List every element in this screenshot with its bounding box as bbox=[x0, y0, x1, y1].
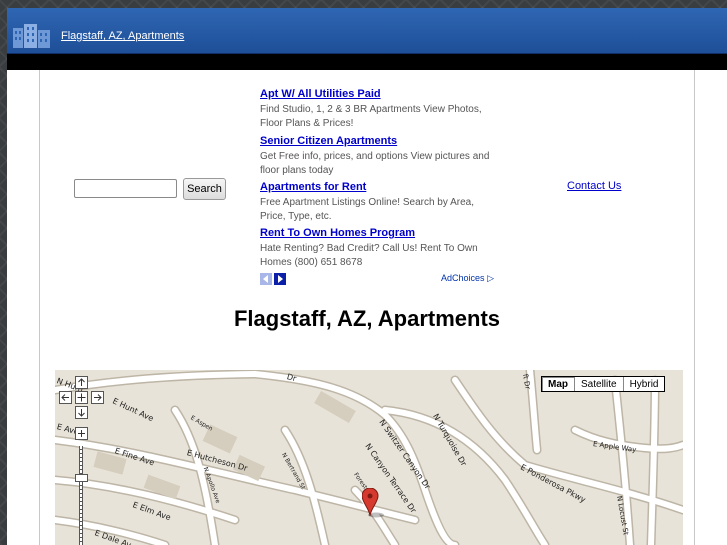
site-header: Flagstaff, AZ, Apartments bbox=[7, 8, 727, 54]
apartment-building-icon bbox=[13, 24, 50, 48]
ad-description: Hate Renting? Bad Credit? Call Us! Rent … bbox=[260, 243, 478, 268]
map-pin-icon[interactable] bbox=[362, 488, 386, 518]
search-input[interactable] bbox=[74, 179, 177, 198]
ad-item: Senior Citizen Apartments Get Free info,… bbox=[260, 135, 494, 181]
map-type-hybrid-button[interactable]: Hybrid bbox=[622, 377, 665, 391]
ad-description: Get Free info, prices, and options View … bbox=[260, 151, 490, 176]
map-type-map-button[interactable]: Map bbox=[542, 377, 574, 391]
header-divider bbox=[7, 54, 727, 70]
ad-unit: Apt W/ All Utilities Paid Find Studio, 1… bbox=[260, 88, 494, 288]
pan-right-icon[interactable] bbox=[91, 391, 104, 404]
zoom-slider-handle[interactable] bbox=[75, 474, 88, 482]
zoom-slider[interactable] bbox=[79, 446, 83, 545]
ad-navigation: AdChoices ▷ bbox=[260, 273, 494, 287]
map-type-control: Map Satellite Hybrid bbox=[541, 376, 666, 392]
map-type-satellite-button[interactable]: Satellite bbox=[574, 377, 623, 391]
chevron-right-icon[interactable] bbox=[274, 273, 286, 285]
pan-center-icon[interactable] bbox=[75, 391, 88, 404]
adchoices-label: AdChoices bbox=[441, 273, 485, 283]
pan-left-icon[interactable] bbox=[59, 391, 72, 404]
ad-title-link[interactable]: Apartments for Rent bbox=[260, 181, 366, 193]
ad-description: Free Apartment Listings Online! Search b… bbox=[260, 197, 474, 222]
browser-page: Flagstaff, AZ, Apartments Search Apt W/ … bbox=[7, 8, 727, 545]
pan-down-icon[interactable] bbox=[75, 406, 88, 419]
pan-up-icon[interactable] bbox=[75, 376, 88, 389]
map[interactable]: N Hum Dr E Hunt Ave E Aspen E Ave N Turq… bbox=[55, 370, 683, 545]
ad-item: Rent To Own Homes Program Hate Renting? … bbox=[260, 227, 494, 273]
search-button[interactable]: Search bbox=[183, 178, 226, 200]
site-home-link[interactable]: Flagstaff, AZ, Apartments bbox=[61, 30, 184, 42]
ad-title-link[interactable]: Apt W/ All Utilities Paid bbox=[260, 88, 381, 100]
ad-item: Apartments for Rent Free Apartment Listi… bbox=[260, 181, 494, 227]
ad-description: Find Studio, 1, 2 & 3 BR Apartments View… bbox=[260, 104, 482, 129]
ad-title-link[interactable]: Senior Citizen Apartments bbox=[260, 135, 397, 147]
ad-item: Apt W/ All Utilities Paid Find Studio, 1… bbox=[260, 88, 494, 134]
chevron-left-icon[interactable] bbox=[260, 273, 272, 285]
adchoices-link[interactable]: AdChoices ▷ bbox=[441, 273, 494, 284]
zoom-in-icon[interactable] bbox=[75, 427, 88, 440]
page-title: Flagstaff, AZ, Apartments bbox=[233, 306, 501, 331]
contact-us-link[interactable]: Contact Us bbox=[567, 180, 621, 192]
ad-title-link[interactable]: Rent To Own Homes Program bbox=[260, 227, 415, 239]
adchoices-icon: ▷ bbox=[487, 273, 494, 283]
